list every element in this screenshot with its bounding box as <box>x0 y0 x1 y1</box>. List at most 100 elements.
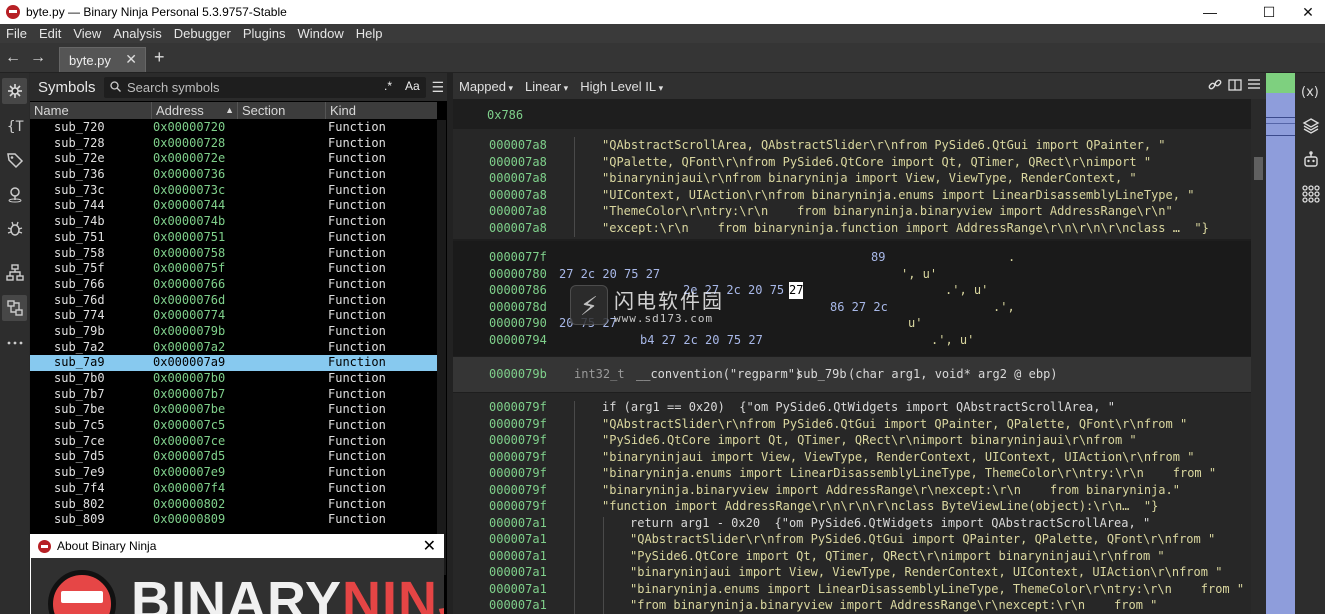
symbols-scrollbar[interactable] <box>437 120 446 575</box>
column-section[interactable]: Section <box>238 102 326 119</box>
link-icon[interactable] <box>1208 78 1222 95</box>
symbol-row[interactable]: sub_766 0x00000766 Function <box>30 277 437 293</box>
column-name[interactable]: Name <box>30 102 152 119</box>
symbol-row[interactable]: sub_7b0 0x000007b0 Function <box>30 371 437 387</box>
new-tab-icon[interactable]: + <box>154 47 165 68</box>
ascii-preview[interactable]: ', u' <box>901 266 937 283</box>
ascii-preview[interactable]: .', u' <box>945 282 988 299</box>
code-line[interactable]: "QAbstractScrollArea, QAbstractSlider\r\… <box>602 137 1166 154</box>
menu-help[interactable]: Help <box>350 26 389 41</box>
minimize-button[interactable]: — <box>1187 0 1233 24</box>
line-address[interactable]: 00000786 <box>489 282 547 299</box>
line-address[interactable]: 0000079f <box>489 449 547 466</box>
line-address[interactable]: 000007a1 <box>489 515 547 532</box>
symbol-row[interactable]: sub_73c 0x0000073c Function <box>30 183 437 199</box>
symbol-row[interactable]: sub_74b 0x0000074b Function <box>30 214 437 230</box>
line-address[interactable]: 000007a1 <box>489 548 547 565</box>
symbol-row[interactable]: sub_7d5 0x000007d5 Function <box>30 449 437 465</box>
code-line[interactable]: "QAbstractSlider\r\nfrom PySide6.QtGui i… <box>630 531 1215 548</box>
address-label[interactable]: 0x786 <box>487 107 523 124</box>
line-address[interactable]: 000007a8 <box>489 137 547 154</box>
tags-icon[interactable] <box>2 147 27 173</box>
line-address[interactable]: 0000078d <box>489 299 547 316</box>
ascii-preview[interactable]: . <box>1008 249 1015 266</box>
line-address[interactable]: 000007a8 <box>489 220 547 237</box>
layers-icon[interactable] <box>1298 113 1324 139</box>
symbol-row[interactable]: sub_728 0x00000728 Function <box>30 136 437 152</box>
hex-bytes[interactable]: 89 <box>871 249 885 266</box>
close-dialog-button[interactable]: ✕ <box>423 536 436 556</box>
debugger-bug-icon[interactable] <box>2 216 27 242</box>
line-address[interactable]: 000007a1 <box>489 581 547 598</box>
line-address[interactable]: 0000077f <box>489 249 547 266</box>
line-address[interactable]: 0000079f <box>489 432 547 449</box>
linear-dropdown[interactable]: Linear <box>525 79 568 94</box>
line-address[interactable]: 0000079f <box>489 399 547 416</box>
line-address[interactable]: 00000794 <box>489 332 547 349</box>
menu-view[interactable]: View <box>67 26 107 41</box>
forward-arrow-icon[interactable]: → <box>28 48 48 68</box>
code-line[interactable]: "binaryninja.enums import LinearDisassem… <box>630 581 1244 598</box>
menu-plugins[interactable]: Plugins <box>237 26 292 41</box>
code-line[interactable]: "PySide6.QtCore import Qt, QTimer, QRect… <box>630 548 1165 565</box>
symbols-search-box[interactable]: .* Aa <box>104 77 426 98</box>
symbol-row[interactable]: sub_7ce 0x000007ce Function <box>30 434 437 450</box>
menu-file[interactable]: File <box>0 26 33 41</box>
symbol-row[interactable]: sub_72e 0x0000072e Function <box>30 151 437 167</box>
back-arrow-icon[interactable]: ← <box>3 48 23 68</box>
hex-bytes[interactable]: 27 2c 20 75 27 <box>559 266 660 283</box>
menu-icon[interactable] <box>1248 78 1260 93</box>
symbol-row[interactable]: sub_75f 0x0000075f Function <box>30 261 437 277</box>
symbols-menu-icon[interactable]: ☰ <box>431 79 444 96</box>
symbol-row[interactable]: sub_7be 0x000007be Function <box>30 402 437 418</box>
symbol-row[interactable]: sub_758 0x00000758 Function <box>30 246 437 262</box>
symbol-row[interactable]: sub_7a9 0x000007a9 Function <box>30 355 437 371</box>
column-kind[interactable]: Kind <box>326 102 437 119</box>
menu-window[interactable]: Window <box>291 26 349 41</box>
symbol-row[interactable]: sub_736 0x00000736 Function <box>30 167 437 183</box>
menu-edit[interactable]: Edit <box>33 26 67 41</box>
case-sensitive-toggle-icon[interactable]: Aa <box>405 79 420 93</box>
search-input[interactable] <box>127 80 377 95</box>
ascii-preview[interactable]: .', <box>993 299 1015 316</box>
line-address[interactable]: 000007a1 <box>489 597 547 614</box>
graph-icon[interactable] <box>2 260 27 286</box>
line-address[interactable]: 0000079f <box>489 482 547 499</box>
tab-byte-py[interactable]: byte.py ✕ <box>59 47 146 72</box>
hex-bytes[interactable]: 27 <box>789 282 804 299</box>
column-address[interactable]: Address ▲ <box>152 102 238 119</box>
scrollbar-thumb[interactable] <box>1254 157 1263 180</box>
split-view-icon[interactable] <box>1228 78 1242 95</box>
graph-grid-icon[interactable] <box>1298 181 1324 207</box>
menu-analysis[interactable]: Analysis <box>107 26 167 41</box>
close-tab-icon[interactable]: ✕ <box>125 51 137 68</box>
symbol-row[interactable]: sub_79b 0x0000079b Function <box>30 324 437 340</box>
minimap[interactable] <box>1266 73 1295 614</box>
code-line[interactable]: if (arg1 == 0x20) {"om PySide6.QtWidgets… <box>602 399 1115 416</box>
location-icon[interactable] <box>2 181 27 207</box>
code-scrollbar[interactable] <box>1251 99 1266 614</box>
line-address[interactable]: 000007a1 <box>489 564 547 581</box>
types-icon[interactable]: {T} <box>2 113 27 139</box>
code-area[interactable]: 0x786 000007a8 "QAbstractScrollArea, QAbst… <box>453 99 1251 614</box>
cross-references-icon[interactable] <box>2 295 27 321</box>
symbol-row[interactable]: sub_7e9 0x000007e9 Function <box>30 465 437 481</box>
line-address[interactable]: 000007a8 <box>489 154 547 171</box>
ascii-preview[interactable]: u' <box>908 315 922 332</box>
function-header[interactable]: 0000079b int32_t __convention("regparm") su… <box>453 357 1251 392</box>
symbol-row[interactable]: sub_7b7 0x000007b7 Function <box>30 387 437 403</box>
line-address[interactable]: 000007a8 <box>489 170 547 187</box>
code-line[interactable]: "from binaryninja.binaryview import Addr… <box>630 597 1157 614</box>
variables-icon[interactable]: (x) <box>1298 78 1324 104</box>
function-name[interactable]: sub_79b <box>796 366 847 383</box>
code-line[interactable]: "QAbstractSlider\r\nfrom PySide6.QtGui i… <box>602 416 1187 433</box>
symbol-row[interactable]: sub_7a2 0x000007a2 Function <box>30 340 437 356</box>
more-icon[interactable] <box>2 330 27 356</box>
line-address[interactable]: 000007a8 <box>489 203 547 220</box>
line-address[interactable]: 000007a1 <box>489 531 547 548</box>
hex-bytes[interactable]: 86 27 2c <box>830 299 888 316</box>
line-address[interactable]: 0000079b <box>489 366 547 383</box>
symbol-row[interactable]: sub_7c5 0x000007c5 Function <box>30 418 437 434</box>
line-address[interactable]: 000007a8 <box>489 187 547 204</box>
line-address[interactable]: 00000790 <box>489 315 547 332</box>
